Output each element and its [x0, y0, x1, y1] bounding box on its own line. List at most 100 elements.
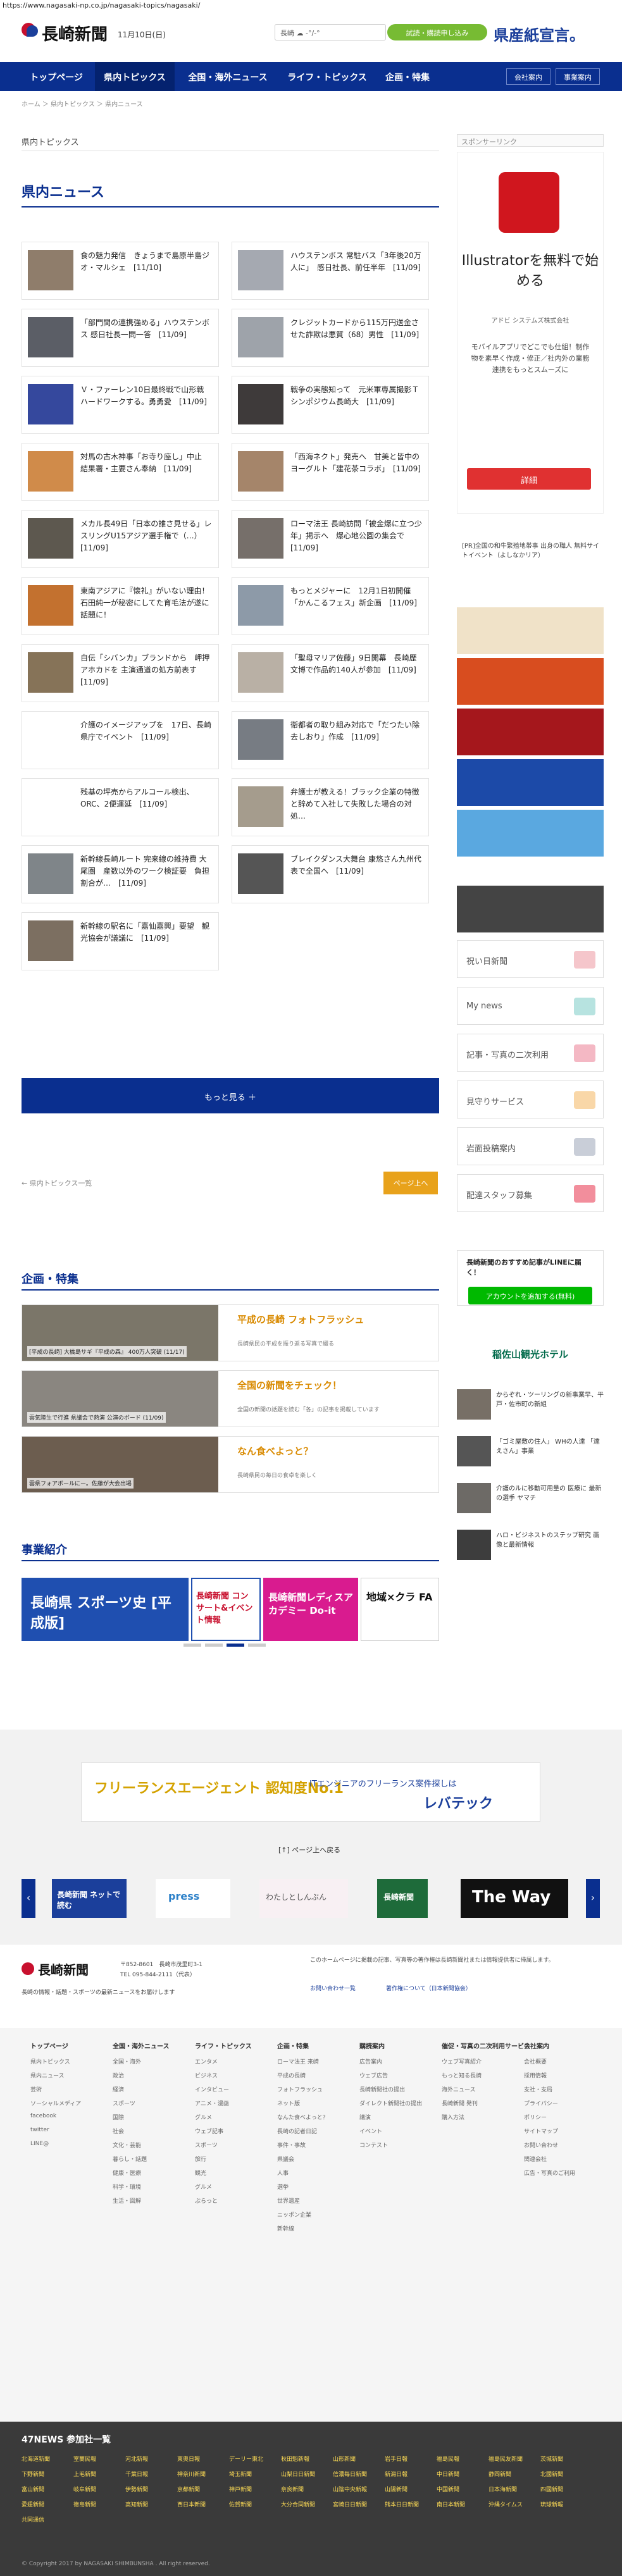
n47-member-link[interactable]: 河北新報: [125, 2455, 148, 2463]
news-card[interactable]: 食の魅力発信 きょうまで島原半島ジオ・マルシェ [11/10]: [22, 242, 219, 300]
footer-link[interactable]: 文化・芸能: [113, 2141, 141, 2149]
footer-link[interactable]: 選挙: [277, 2183, 289, 2191]
footer-link[interactable]: もっと知る長崎: [442, 2071, 482, 2079]
footer-link[interactable]: グルメ: [195, 2113, 212, 2121]
footer-link[interactable]: プライバシー: [524, 2099, 558, 2107]
footer-col-title[interactable]: トップページ: [30, 2041, 68, 2050]
n47-member-link[interactable]: 北國新聞: [540, 2470, 563, 2478]
footer-link[interactable]: フォトフラッシュ: [277, 2085, 323, 2093]
n47-member-link[interactable]: 愛媛新聞: [22, 2500, 44, 2508]
footer-link[interactable]: ウェブ広告: [359, 2071, 388, 2079]
news-card[interactable]: 新幹線の駅名に「嘉仙嘉興」要望 観光協会が議議に [11/09]: [22, 912, 219, 970]
news-card[interactable]: 東南アジアに『懐礼』がいない理由！石田純一が秘密にしてた育毛法が遂に話題に！: [22, 577, 219, 635]
sidebar-menu-item[interactable]: 配達スタッフ募集: [457, 1174, 604, 1212]
footer-link[interactable]: 購入方法: [442, 2113, 464, 2121]
footer-link[interactable]: LINE@: [30, 2141, 49, 2147]
levtech-ad[interactable]: フリーランスエージェント 認知度No.1 ITエンジニアのフリーランス案件探しは…: [81, 1762, 540, 1822]
footer-logo[interactable]: 長崎新聞: [38, 1960, 89, 1978]
footer-link[interactable]: ダイレクト新聞社の提出: [359, 2099, 422, 2107]
sidebar-text-link[interactable]: [PR]全国の和牛繁殖地帯事 出身の職人 無料サイトイベント（よしなかリア）: [462, 540, 600, 559]
footer-link[interactable]: 平成の長崎: [277, 2071, 306, 2079]
footer-link[interactable]: 事件・事故: [277, 2141, 306, 2149]
sidebar-menu-item[interactable]: 見守りサービス: [457, 1081, 604, 1118]
slider-dot[interactable]: [183, 1644, 201, 1647]
footer-link[interactable]: ビジネス: [195, 2071, 218, 2079]
footer-link[interactable]: インタビュー: [195, 2085, 229, 2093]
news-card[interactable]: ハウステンボス 常駐バス「3年後20万人に」 感日社長、前任半年 [11/09]: [232, 242, 429, 300]
footer-link[interactable]: アニメ・漫画: [195, 2099, 229, 2107]
business-banner[interactable]: 長崎新聞レディスアカデミー Do-it: [263, 1578, 358, 1641]
sidebar-menu-item[interactable]: 岩面投稿案内: [457, 1127, 604, 1165]
n47-member-link[interactable]: 徳島新聞: [73, 2500, 96, 2508]
slider-dot[interactable]: [248, 1644, 266, 1647]
sidebar-menu-item[interactable]: 祝い日新聞: [457, 940, 604, 978]
n47-member-link[interactable]: 中国新聞: [437, 2485, 459, 2493]
carousel-item[interactable]: The Way: [461, 1879, 568, 1918]
n47-member-link[interactable]: 岐阜新聞: [73, 2485, 96, 2493]
header-ad-banner[interactable]: 県産紙宣言。: [494, 22, 605, 44]
n47-member-link[interactable]: 佐賀新聞: [229, 2500, 252, 2508]
n47-member-link[interactable]: 沖縄タイムス: [488, 2500, 523, 2508]
site-logo[interactable]: 長崎新聞: [42, 22, 108, 45]
n47-member-link[interactable]: 室蘭民報: [73, 2455, 96, 2463]
n47-member-link[interactable]: 琉球新報: [540, 2500, 563, 2508]
business-banner[interactable]: 長崎県 スポーツ史 [平成版]: [22, 1578, 189, 1641]
footer-link[interactable]: 県内ニュース: [30, 2071, 65, 2079]
n47-member-link[interactable]: 千葉日報: [125, 2470, 148, 2478]
footer-link[interactable]: 観光: [195, 2169, 206, 2177]
breadcrumb[interactable]: ホーム ＞ 県内トピックス ＞ 県内ニュース: [22, 99, 143, 108]
news-card[interactable]: クレジットカードから115万円送金させた詐欺は悪質（68）男性 [11/09]: [232, 309, 429, 367]
footer-link[interactable]: イベント: [359, 2127, 382, 2135]
n47-member-link[interactable]: 神戸新聞: [229, 2485, 252, 2493]
n47-member-link[interactable]: 四國新聞: [540, 2485, 563, 2493]
news-card[interactable]: 弁護士が教える！ブラック企業の特徴と辞めて入社して失敗した場合の対処…: [232, 778, 429, 836]
footer-link[interactable]: 生活・図解: [113, 2196, 141, 2205]
sidebar-banner[interactable]: [457, 759, 604, 806]
news-card[interactable]: もっとメジャーに 12月1日初開催「かんこるフェス」新企画 [11/09]: [232, 577, 429, 635]
news-card[interactable]: Ｖ・ファーレン10日最終戦で山形戦 ハードワークする。勇勇愛 [11/09]: [22, 376, 219, 434]
footer-col-title[interactable]: 企画・特集: [277, 2041, 309, 2050]
footer-link[interactable]: 人事: [277, 2169, 289, 2177]
nav-life-topics[interactable]: ライフ・トピックス: [281, 62, 373, 91]
n47-member-link[interactable]: 北海道新聞: [22, 2455, 50, 2463]
sidebar-article[interactable]: ハロ・ビジネストのステップ研究 画像と最新情報: [457, 1530, 604, 1568]
footer-link[interactable]: twitter: [30, 2127, 49, 2133]
footer-link[interactable]: コンテスト: [359, 2141, 388, 2149]
footer-link[interactable]: 採用情報: [524, 2071, 547, 2079]
footer-link[interactable]: ぶらっと: [195, 2196, 218, 2205]
footer-link[interactable]: お問い合わせ: [524, 2141, 558, 2149]
business-banner[interactable]: 地域×クラ FA: [361, 1578, 439, 1641]
n47-member-link[interactable]: 静岡新聞: [488, 2470, 511, 2478]
footer-link[interactable]: 世界遺産: [277, 2196, 300, 2205]
footer-col-title[interactable]: 購読案内: [359, 2041, 385, 2050]
footer-link[interactable]: 広告案内: [359, 2057, 382, 2065]
footer-link[interactable]: 県議会: [277, 2155, 294, 2163]
footer-link[interactable]: なんた食べよっと？: [277, 2113, 328, 2121]
sidebar-article[interactable]: 「ゴミ屋敷の住人」 WHの人達 「達えさん」事業: [457, 1436, 604, 1474]
sidebar-banner[interactable]: [457, 709, 604, 755]
carousel-item[interactable]: わたしとしんぶん: [259, 1879, 348, 1918]
n47-member-link[interactable]: 神奈川新聞: [177, 2470, 206, 2478]
news-card[interactable]: 介護のイメージアップを 17日、長崎県庁でイベント [11/09]: [22, 711, 219, 769]
trial-subscribe-button[interactable]: 試読・購読申し込み: [387, 24, 487, 40]
news-card[interactable]: 衛都者の取り組み対応で「だつたい除去しおり」作成 [11/09]: [232, 711, 429, 769]
page-top-button[interactable]: ページ上へ: [383, 1172, 438, 1194]
sidebar-banner[interactable]: [457, 607, 604, 654]
n47-member-link[interactable]: 福島民報: [437, 2455, 459, 2463]
n47-member-link[interactable]: 岩手日報: [385, 2455, 407, 2463]
n47-member-link[interactable]: 京都新聞: [177, 2485, 200, 2493]
carousel-item[interactable]: 長崎新聞 ネットで読む: [52, 1879, 127, 1918]
footer-link[interactable]: エンタメ: [195, 2057, 218, 2065]
footer-link[interactable]: 長崎新聞 発刊: [442, 2099, 478, 2107]
footer-link[interactable]: サイトマップ: [524, 2127, 558, 2135]
slider-dot-active[interactable]: [227, 1644, 244, 1647]
n47-member-link[interactable]: デーリー東北: [229, 2455, 263, 2463]
feature-card[interactable]: 雲県フォアボールにー。佐藤が大会出場 なん食べよっと？ 長崎県民の毎日の食卓を楽…: [22, 1436, 439, 1493]
footer-link[interactable]: 全国・海外: [113, 2057, 141, 2065]
n47-member-link[interactable]: 信濃毎日新聞: [333, 2470, 367, 2478]
news-card[interactable]: 戦争の実態知って 元米軍専属撮影Ｔシンポジウム長崎大 [11/09]: [232, 376, 429, 434]
footer-link[interactable]: お問い合わせ一覧: [310, 1984, 356, 1992]
n47-member-link[interactable]: 新潟日報: [385, 2470, 407, 2478]
footer-link[interactable]: 科学・環境: [113, 2183, 141, 2191]
n47-member-link[interactable]: 山陽新聞: [385, 2485, 407, 2493]
